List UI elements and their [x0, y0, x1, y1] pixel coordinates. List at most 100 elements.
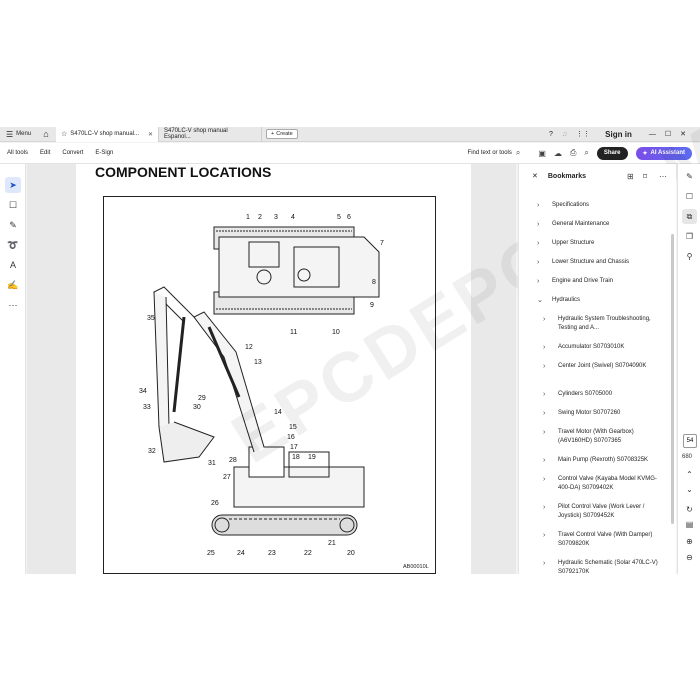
- zoom-in-icon[interactable]: ⊕: [682, 534, 697, 549]
- menu-button[interactable]: ☰ Menu: [0, 130, 36, 139]
- total-pages: 680: [682, 454, 693, 460]
- chevron-right-icon[interactable]: ›: [543, 409, 545, 418]
- tab-document-1[interactable]: ☆ S470LC-V shop manual... ✕: [56, 127, 159, 142]
- apps-grid-icon[interactable]: ⋮⋮: [576, 130, 590, 138]
- bookmark-label: Specifications: [552, 202, 590, 208]
- find-label: Find text or tools: [467, 150, 512, 156]
- bookmark-label: Travel Control Valve (With Damper) S0709…: [558, 532, 653, 547]
- draw-freehand-icon[interactable]: ➰: [5, 237, 21, 253]
- menu-edit[interactable]: Edit: [40, 150, 50, 156]
- chevron-right-icon[interactable]: ›: [543, 559, 545, 568]
- bookmark-item[interactable]: › Specifications: [537, 201, 662, 210]
- bookmarks-title: Bookmarks: [547, 172, 587, 180]
- bookmark-label: Travel Motor (With Gearbox) (A6V160HD) S…: [558, 429, 634, 444]
- chevron-down-icon[interactable]: ⌄: [537, 296, 543, 305]
- page-title: COMPONENT LOCATIONS: [95, 164, 272, 180]
- bookmark-item[interactable]: › Lower Structure and Chassis: [537, 258, 662, 267]
- refresh-icon[interactable]: ↻: [682, 502, 697, 517]
- menu-convert[interactable]: Convert: [62, 150, 83, 156]
- edit-document-icon[interactable]: ✎: [682, 169, 697, 184]
- close-tab-icon[interactable]: ✕: [148, 131, 153, 138]
- callout-6: 6: [347, 214, 351, 221]
- callout-26: 26: [211, 500, 219, 507]
- chevron-right-icon[interactable]: ›: [543, 503, 545, 512]
- chevron-right-icon[interactable]: ›: [537, 239, 539, 248]
- highlight-pen-icon[interactable]: ✎: [5, 217, 21, 233]
- sign-in-button[interactable]: Sign in: [605, 130, 632, 139]
- bookmark-label: Hydraulic Schematic (Solar 470LC-V) S079…: [558, 560, 658, 574]
- document-viewer[interactable]: COMPONENT LOCATIONS 1 2 3 4 5 6 7 8 9 10…: [27, 127, 700, 574]
- find-tools-search[interactable]: Find text or tools ⌕: [468, 148, 521, 158]
- bookmark-item[interactable]: › Control Valve (Kayaba Model KVMG-400-DA…: [543, 475, 662, 493]
- bookmark-item[interactable]: › Engine and Drive Train: [537, 277, 662, 286]
- chevron-right-icon[interactable]: ›: [543, 390, 545, 399]
- chevron-right-icon[interactable]: ›: [537, 201, 539, 210]
- home-icon[interactable]: ⌂: [36, 129, 56, 139]
- share-label: Share: [603, 150, 621, 156]
- zoom-out-icon[interactable]: ⊖: [682, 550, 697, 565]
- chevron-right-icon[interactable]: ›: [543, 315, 545, 324]
- bookmarks-panel-icon[interactable]: ⧉: [682, 209, 697, 224]
- tab-document-2[interactable]: S470LC-V shop manual Espanol...: [159, 127, 262, 142]
- bookmark-item[interactable]: › Travel Motor (With Gearbox) (A6V160HD) …: [543, 428, 662, 446]
- upload-cloud-icon[interactable]: ☁: [554, 149, 562, 158]
- current-page-input[interactable]: 54: [683, 434, 697, 448]
- bookmark-label: Center Joint (Swivel) S0704090K: [558, 363, 647, 369]
- more-tools-icon[interactable]: ⋯: [5, 297, 21, 313]
- help-icon[interactable]: ?: [549, 131, 553, 138]
- bookmark-icon[interactable]: ⌑: [643, 172, 647, 181]
- bookmark-item[interactable]: ⌄ Hydraulics: [537, 296, 662, 305]
- attachments-icon[interactable]: ⚲: [682, 249, 697, 264]
- comments-icon[interactable]: ☐: [682, 189, 697, 204]
- bookmark-item[interactable]: › Upper Structure: [537, 239, 662, 248]
- chevron-right-icon[interactable]: ›: [543, 456, 545, 465]
- callout-8: 8: [372, 279, 376, 286]
- notification-bell-icon[interactable]: ♫: [562, 131, 567, 138]
- callout-3: 3: [274, 214, 278, 221]
- callout-25: 25: [207, 550, 215, 557]
- chevron-right-icon[interactable]: ›: [537, 258, 539, 267]
- bookmark-item[interactable]: › Main Pump (Rexroth) S0708325K: [543, 456, 662, 465]
- main-toolbar: All tools Edit Convert E-Sign Find text …: [0, 143, 700, 164]
- menu-esign[interactable]: E-Sign: [95, 150, 113, 156]
- text-box-icon[interactable]: A: [5, 257, 21, 273]
- chevron-right-icon[interactable]: ›: [543, 362, 545, 371]
- save-icon[interactable]: ▣: [538, 149, 546, 158]
- bookmark-item[interactable]: › Accumulator S0703010K: [543, 343, 662, 352]
- chevron-right-icon[interactable]: ›: [543, 531, 545, 540]
- right-tool-strip: ✎ ☐ ⧉ ❐ ⚲ 54 680 ⌃ ⌄ ↻ ▤ ⊕ ⊖: [677, 164, 700, 574]
- bookmark-item[interactable]: › General Maintenance: [537, 220, 662, 229]
- chevron-right-icon[interactable]: ›: [537, 220, 539, 229]
- chevron-right-icon[interactable]: ›: [537, 277, 539, 286]
- add-bookmark-icon[interactable]: ⊞: [627, 172, 634, 181]
- chevron-right-icon[interactable]: ›: [543, 428, 545, 437]
- tab-label: S470LC-V shop manual...: [70, 131, 139, 137]
- chevron-right-icon[interactable]: ›: [543, 475, 545, 484]
- chevron-right-icon[interactable]: ›: [543, 343, 545, 352]
- page-down-icon[interactable]: ⌄: [682, 482, 697, 497]
- close-panel-icon[interactable]: ✕: [532, 172, 538, 180]
- more-options-icon[interactable]: ⋯: [659, 172, 667, 181]
- callout-13: 13: [254, 359, 262, 366]
- bookmark-item[interactable]: › Hydraulic System Troubleshooting, Testi…: [543, 315, 662, 333]
- add-comment-icon[interactable]: ☐: [5, 197, 21, 213]
- page-thumbnails-icon[interactable]: ❐: [682, 229, 697, 244]
- bookmark-label: Engine and Drive Train: [552, 278, 614, 284]
- callout-30: 30: [193, 404, 201, 411]
- bookmark-item[interactable]: › Travel Control Valve (With Damper) S070…: [543, 531, 662, 549]
- search-document-icon[interactable]: ⌕: [584, 148, 588, 158]
- bookmark-item[interactable]: › Cylinders S0705000: [543, 390, 662, 399]
- print-icon[interactable]: ⎙: [570, 148, 576, 158]
- create-button[interactable]: + Create: [266, 129, 298, 139]
- page-up-icon[interactable]: ⌃: [682, 467, 697, 482]
- star-icon[interactable]: ☆: [61, 130, 67, 138]
- bookmark-item[interactable]: › Swing Motor S0707260: [543, 409, 662, 418]
- fill-sign-icon[interactable]: ✍: [5, 277, 21, 293]
- menu-all-tools[interactable]: All tools: [7, 150, 28, 156]
- bookmark-item[interactable]: › Center Joint (Swivel) S0704090K: [543, 362, 662, 371]
- bookmark-item[interactable]: › Pilot Control Valve (Work Lever / Joyst…: [543, 503, 662, 521]
- bookmarks-scrollbar[interactable]: [671, 234, 674, 524]
- select-cursor-icon[interactable]: ➤: [5, 177, 21, 193]
- bookmark-item[interactable]: › Hydraulic Schematic (Solar 470LC-V) S07…: [543, 559, 662, 574]
- document-icon[interactable]: ▤: [682, 517, 697, 532]
